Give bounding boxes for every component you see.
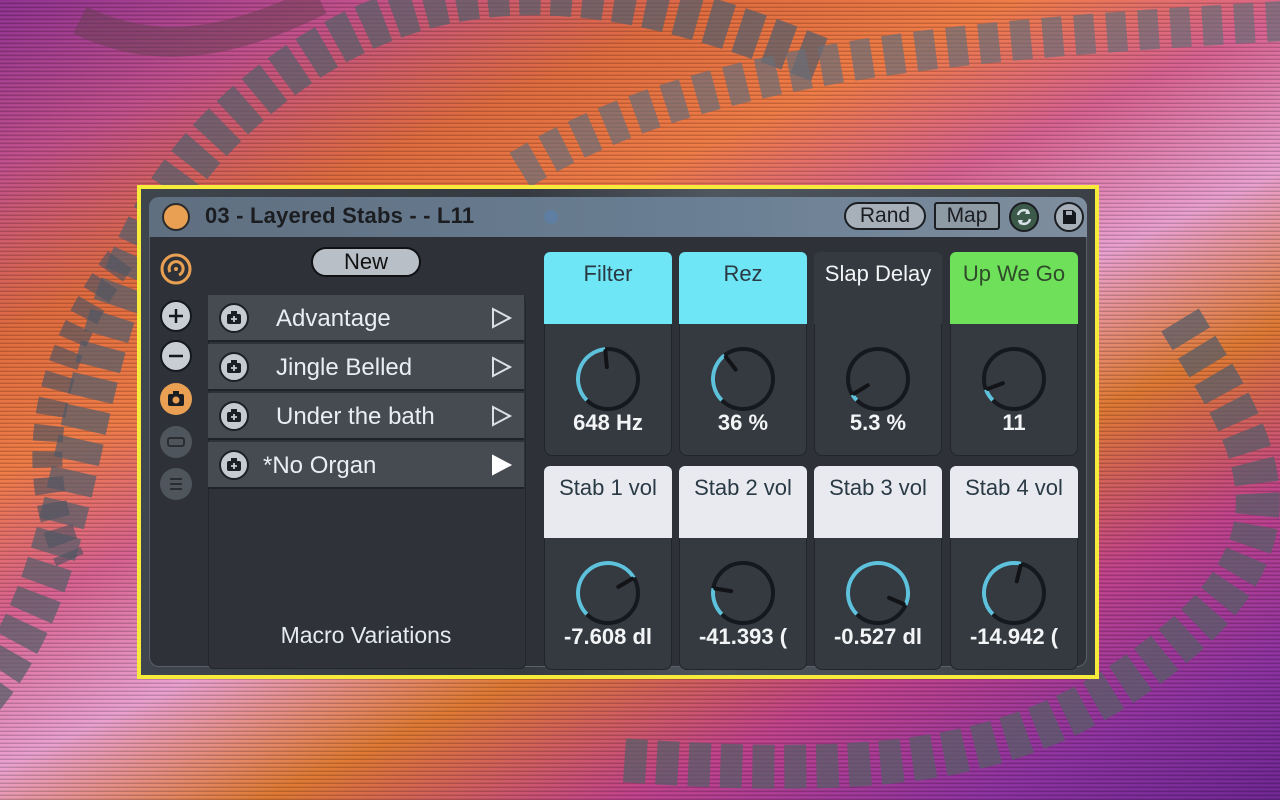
macro-value-readout: 36 % — [717, 410, 769, 435]
dial-pointer — [852, 383, 870, 396]
device-title-bar[interactable]: 03 - Layered Stabs - - L11 Rand Map — [149, 197, 1087, 237]
collapse-icon[interactable] — [160, 426, 192, 458]
macro-knob-3: Slap Delay 5.3 % — [814, 252, 942, 456]
macro-value-readout: -7.608 dl — [563, 624, 653, 649]
macro-value-readout: 11 — [1002, 410, 1026, 435]
dial-knob[interactable] — [573, 558, 643, 628]
add-icon[interactable] — [160, 300, 192, 332]
dial-knob[interactable] — [979, 558, 1049, 628]
macro-knob-2: Rez 36 % — [679, 252, 807, 456]
dial-value-arc — [576, 347, 606, 402]
camera-icon[interactable] — [160, 383, 192, 415]
play-icon[interactable] — [489, 404, 513, 428]
rand-button[interactable]: Rand — [844, 202, 926, 230]
device-title: 03 - Layered Stabs - - L11 — [205, 203, 475, 228]
macro-knob-8: Stab 4 vol -14.942 ( — [950, 466, 1078, 670]
macro-value-readout: 648 Hz — [573, 410, 643, 435]
dial-value-arc — [711, 353, 726, 402]
dial-pointer — [887, 595, 906, 607]
drop-indicator-icon — [544, 210, 558, 224]
hotswap-icon[interactable] — [160, 253, 192, 285]
play-icon[interactable] — [489, 355, 513, 379]
camera-icon[interactable] — [219, 352, 249, 382]
macro-name-label[interactable]: Stab 2 vol — [679, 466, 807, 538]
play-icon[interactable] — [489, 453, 513, 477]
macro-name-label[interactable]: Stab 1 vol — [544, 466, 672, 538]
macro-knob-7: Stab 3 vol -0.527 dl — [814, 466, 942, 670]
macro-variations-title: Macro Variations — [280, 622, 452, 648]
dial-knob[interactable] — [843, 344, 913, 414]
list-item[interactable]: *No Organ — [208, 442, 524, 489]
camera-icon[interactable] — [219, 303, 249, 333]
dial-value-arc — [576, 561, 636, 616]
dial-value-arc — [984, 388, 995, 402]
dial-pointer — [723, 354, 738, 372]
dial-value-arc — [846, 561, 910, 616]
new-variation-button[interactable]: New — [311, 247, 421, 277]
macro-name-label[interactable]: Stab 4 vol — [950, 466, 1078, 538]
variation-label: Advantage — [276, 305, 391, 332]
list-icon[interactable] — [160, 468, 192, 500]
macro-name-label[interactable]: Filter — [544, 252, 672, 324]
remove-icon[interactable] — [160, 340, 192, 372]
macro-variations-list: Advantage Jingle Belled Under the bath *… — [208, 295, 526, 669]
macro-knob-4: Up We Go 11 — [950, 252, 1078, 456]
dial-knob[interactable] — [573, 344, 643, 414]
macro-value-readout: -0.527 dl — [833, 624, 923, 649]
play-icon[interactable] — [489, 306, 513, 330]
camera-icon[interactable] — [219, 450, 249, 480]
macro-knob-1: Filter 648 Hz — [544, 252, 672, 456]
macro-name-label[interactable]: Slap Delay — [814, 252, 942, 324]
dial-pointer — [713, 586, 734, 594]
macro-name-label[interactable]: Up We Go — [950, 252, 1078, 324]
dial-value-arc — [711, 587, 724, 616]
device-body: 03 - Layered Stabs - - L11 Rand Map New … — [149, 197, 1087, 670]
macro-value-readout: -41.393 ( — [698, 624, 788, 649]
dial-track — [846, 347, 910, 411]
macro-value-readout: 5.3 % — [849, 410, 907, 435]
macro-value-readout: -14.942 ( — [969, 624, 1059, 649]
macro-knob-5: Stab 1 vol -7.608 dl — [544, 466, 672, 670]
dial-value-arc — [982, 561, 1022, 616]
dial-knob[interactable] — [843, 558, 913, 628]
save-preset-icon[interactable] — [1054, 202, 1084, 232]
dial-track — [711, 561, 775, 625]
list-item[interactable]: Advantage — [208, 295, 524, 342]
dial-pointer — [616, 576, 635, 589]
device-on-off-button[interactable] — [162, 203, 190, 231]
dial-knob[interactable] — [708, 558, 778, 628]
dial-pointer — [603, 349, 609, 370]
macro-name-label[interactable]: Rez — [679, 252, 807, 324]
list-item[interactable]: Under the bath — [208, 393, 524, 440]
variation-label: *No Organ — [263, 452, 377, 479]
device-panel: 03 - Layered Stabs - - L11 Rand Map New … — [137, 185, 1099, 679]
sync-icon[interactable] — [1009, 202, 1039, 232]
variation-label: Under the bath — [276, 403, 435, 430]
dial-knob[interactable] — [708, 344, 778, 414]
dial-pointer — [985, 381, 1005, 391]
macro-name-label[interactable]: Stab 3 vol — [814, 466, 942, 538]
dial-knob[interactable] — [979, 344, 1049, 414]
variation-label: Jingle Belled — [276, 354, 413, 381]
macro-knob-6: Stab 2 vol -41.393 ( — [679, 466, 807, 670]
dial-track — [982, 347, 1046, 411]
map-button[interactable]: Map — [934, 202, 1000, 230]
dial-pointer — [1014, 563, 1023, 584]
camera-icon[interactable] — [219, 401, 249, 431]
list-item[interactable]: Jingle Belled — [208, 344, 524, 391]
